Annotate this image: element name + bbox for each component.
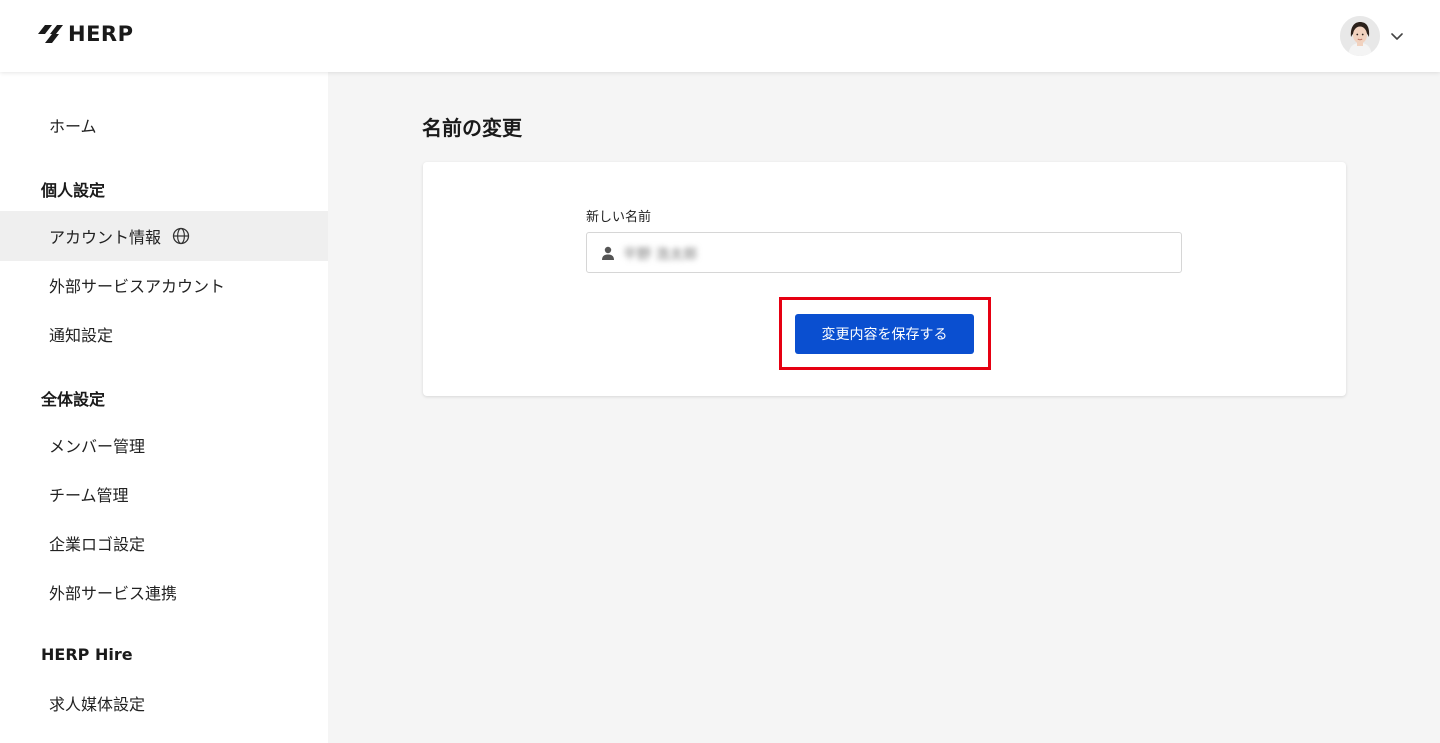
new-name-label: 新しい名前	[586, 210, 652, 225]
sidebar-item-teams[interactable]: チーム管理	[0, 469, 328, 519]
avatar-icon	[1340, 16, 1380, 56]
sidebar-item-integrations[interactable]: 外部サービス連携	[0, 567, 328, 617]
section-heading-personal: 個人設定	[41, 181, 106, 200]
sidebar-item-members[interactable]: メンバー管理	[0, 420, 328, 470]
sidebar-item-notifications[interactable]: 通知設定	[0, 309, 328, 359]
globe-icon	[172, 227, 190, 245]
sidebar-item-external-accounts[interactable]: 外部サービスアカウント	[0, 260, 328, 310]
section-heading-global: 全体設定	[41, 390, 106, 409]
brand-logo[interactable]: HERP	[36, 22, 133, 46]
new-name-input[interactable]: 平野 浩太郎	[586, 232, 1182, 273]
sidebar-item-label: チーム管理	[49, 486, 129, 505]
sidebar-item-account-info[interactable]: アカウント情報	[0, 211, 328, 261]
sidebar-item-home[interactable]: ホーム	[0, 100, 328, 150]
new-name-value: 平野 浩太郎	[623, 247, 698, 263]
user-avatar[interactable]	[1340, 16, 1380, 56]
sidebar-item-label: 求人媒体設定	[49, 695, 146, 714]
sidebar-item-job-media[interactable]: 求人媒体設定	[0, 678, 328, 728]
sidebar-item-label: ホーム	[49, 117, 97, 136]
sidebar-item-company-logo[interactable]: 企業ロゴ設定	[0, 518, 328, 568]
settings-sidebar: ホーム 個人設定 アカウント情報 外部サービスアカウント 通知設定 全体設定 メ…	[0, 72, 328, 743]
name-change-card: 新しい名前 平野 浩太郎 変更内容を保存する	[423, 162, 1346, 396]
sidebar-item-label: 通知設定	[49, 326, 114, 345]
sidebar-item-label: メンバー管理	[49, 437, 146, 456]
sidebar-item-label: アカウント情報	[49, 228, 162, 247]
sidebar-item-label: 外部サービスアカウント	[49, 277, 226, 296]
page-title: 名前の変更	[422, 116, 522, 140]
section-heading-herp-hire: HERP Hire	[41, 645, 133, 664]
top-bar: HERP	[0, 0, 1440, 72]
chevron-down-icon[interactable]	[1389, 28, 1405, 44]
sidebar-item-label: 外部サービス連携	[49, 584, 178, 603]
save-changes-button[interactable]: 変更内容を保存する	[795, 314, 974, 354]
sidebar-item-label: 企業ロゴ設定	[49, 535, 146, 554]
brand-name: HERP	[68, 22, 134, 46]
herp-logo-icon	[38, 25, 63, 43]
person-icon	[602, 246, 614, 260]
